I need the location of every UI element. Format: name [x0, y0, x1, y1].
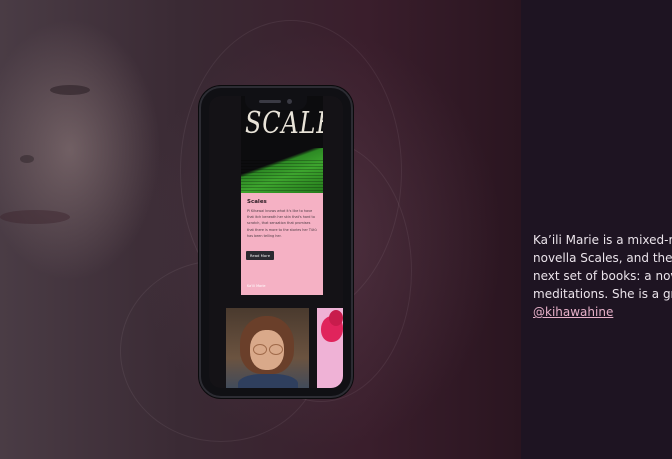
read-more-button[interactable]: Read More [246, 251, 274, 260]
book-card: Scales Pi Kihawai knows what it's like t… [241, 193, 323, 295]
author-shirt [238, 374, 298, 388]
book-card-description: Pi Kihawai knows what it's like to have … [247, 209, 317, 238]
author-photo[interactable] [226, 308, 309, 388]
bio-line: novella Scales, and the bo [533, 251, 672, 265]
portrait-lips [0, 210, 70, 224]
cover-title: SCALES [245, 106, 323, 141]
phone-screen: SCALES Scales Pi Kihawai knows what it's… [209, 96, 343, 388]
portrait-eye [50, 85, 90, 95]
camera-icon [287, 99, 292, 104]
cover-stripes [241, 158, 323, 193]
phone-notch [245, 96, 307, 110]
hibiscus-petal [329, 310, 343, 326]
glasses-icon [269, 344, 283, 355]
bio-line: Ka’ili Marie is a mixed-me [533, 233, 672, 247]
glasses-icon [253, 344, 267, 355]
bio-text: Ka’ili Marie is a mixed-me novella Scale… [533, 231, 672, 321]
instagram-handle-link[interactable]: @kihawahine [533, 305, 613, 319]
portrait-nose [20, 155, 34, 163]
speaker-icon [259, 100, 281, 103]
book-card-author: Ka'ili Marie [247, 284, 266, 288]
bio-line: meditations. She is a grad [533, 287, 672, 301]
book-card-title: Scales [247, 199, 267, 205]
book-cover-image[interactable]: SCALES [241, 96, 323, 193]
flower-image[interactable] [317, 308, 343, 388]
bio-line: next set of books: a novel [533, 269, 672, 283]
bio-panel: Ka’ili Marie is a mixed-me novella Scale… [521, 0, 672, 459]
phone-mockup: SCALES Scales Pi Kihawai knows what it's… [199, 86, 353, 398]
